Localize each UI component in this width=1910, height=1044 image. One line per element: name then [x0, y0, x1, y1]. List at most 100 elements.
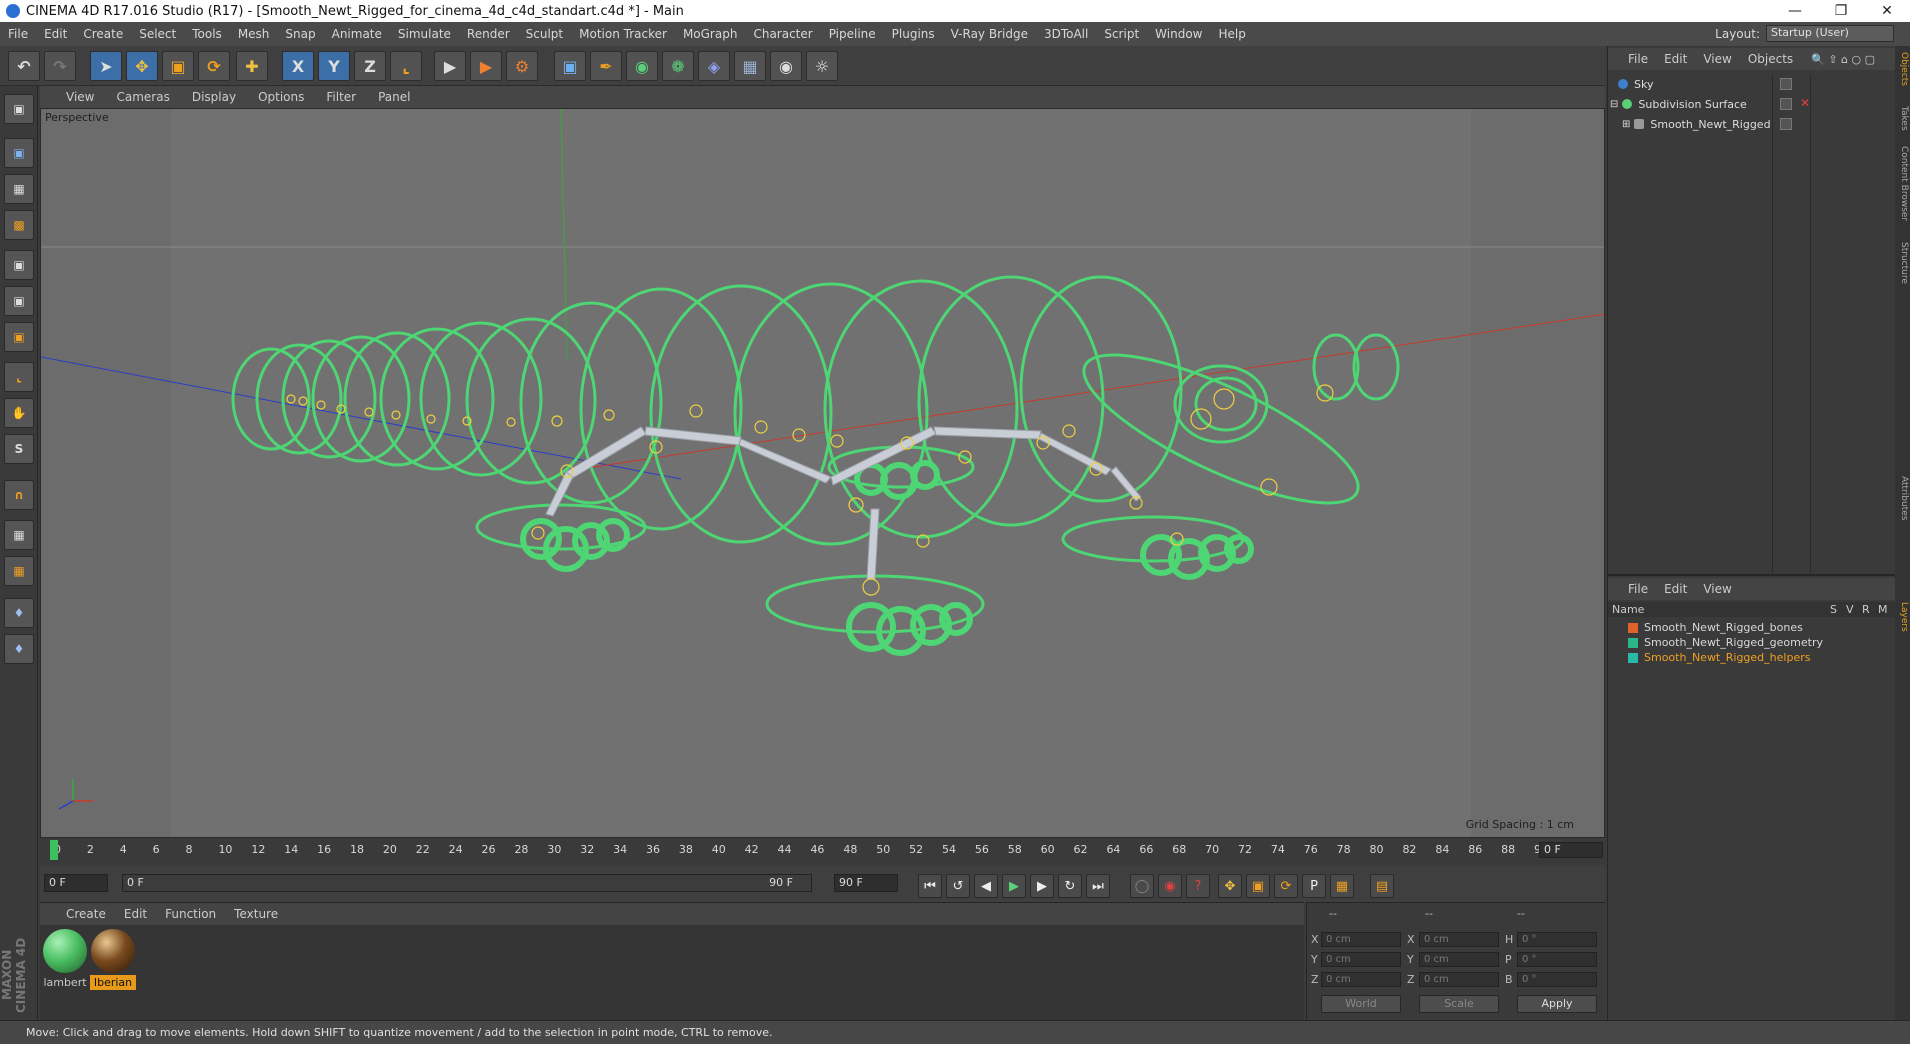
- layer-menu-file[interactable]: File: [1628, 582, 1648, 596]
- restore-icon[interactable]: ❐: [1818, 0, 1864, 22]
- menu-help[interactable]: Help: [1218, 27, 1245, 41]
- rotation-h-field[interactable]: 0 °: [1517, 932, 1597, 947]
- menu-simulate[interactable]: Simulate: [398, 27, 451, 41]
- apply-button[interactable]: Apply: [1517, 995, 1597, 1013]
- grid-snap-icon[interactable]: ▦: [4, 556, 34, 586]
- x-axis-icon[interactable]: X: [282, 51, 314, 81]
- viewport-menu-options[interactable]: Options: [258, 90, 304, 104]
- z-axis-icon[interactable]: Z: [354, 51, 386, 81]
- layer-tag-icon[interactable]: [1780, 118, 1792, 130]
- layer-menu-edit[interactable]: Edit: [1664, 582, 1687, 596]
- coord-transform-dropdown[interactable]: Scale: [1419, 995, 1499, 1013]
- material-iberian[interactable]: Iberian: [90, 929, 136, 990]
- tab-content-browser[interactable]: Content Browser: [1896, 146, 1909, 221]
- next-key-icon[interactable]: ↻: [1058, 874, 1082, 898]
- record-keys-icon[interactable]: ◯: [1130, 874, 1154, 898]
- menu-mesh[interactable]: Mesh: [238, 27, 270, 41]
- render-view-icon[interactable]: ▶: [434, 51, 466, 81]
- menu-script[interactable]: Script: [1104, 27, 1139, 41]
- menu-plugins[interactable]: Plugins: [892, 27, 935, 41]
- material-menu-function[interactable]: Function: [165, 907, 216, 921]
- subdivision-icon[interactable]: ◉: [626, 51, 658, 81]
- menu-tools[interactable]: Tools: [192, 27, 222, 41]
- object-row-subdivision-surface[interactable]: ⊟ Subdivision Surface: [1608, 94, 1895, 114]
- polygons-mode-icon[interactable]: ▣: [4, 322, 34, 352]
- viewport-menu-view[interactable]: View: [66, 90, 94, 104]
- material-menu-texture[interactable]: Texture: [234, 907, 278, 921]
- go-to-end-icon[interactable]: ⏭: [1086, 874, 1110, 898]
- layer-row-bones[interactable]: Smooth_Newt_Rigged_bones: [1608, 620, 1895, 635]
- python-icon[interactable]: ♦: [4, 598, 34, 628]
- object-menu-objects[interactable]: Objects: [1748, 52, 1793, 66]
- make-editable-icon[interactable]: ▣: [4, 94, 34, 124]
- play-icon[interactable]: ▶: [1002, 874, 1026, 898]
- menu-edit[interactable]: Edit: [44, 27, 67, 41]
- previous-frame-icon[interactable]: ◀: [974, 874, 998, 898]
- menu-select[interactable]: Select: [139, 27, 176, 41]
- menu-character[interactable]: Character: [753, 27, 812, 41]
- layer-tag-icon[interactable]: [1780, 98, 1792, 110]
- viewport-menu-cameras[interactable]: Cameras: [116, 90, 169, 104]
- render-picture-viewer-icon[interactable]: ▶: [470, 51, 502, 81]
- disabled-x-icon[interactable]: ✕: [1800, 96, 1810, 110]
- key-position-icon[interactable]: ✥: [1218, 874, 1242, 898]
- undo-icon[interactable]: ↶: [8, 51, 40, 81]
- previous-key-icon[interactable]: ↺: [946, 874, 970, 898]
- rotate-icon[interactable]: ⟳: [198, 51, 230, 81]
- material-menu-edit[interactable]: Edit: [124, 907, 147, 921]
- object-menu-view[interactable]: View: [1703, 52, 1731, 66]
- object-menu-edit[interactable]: Edit: [1664, 52, 1687, 66]
- timeline-ruler[interactable]: 0246810121416182022242628303234363840424…: [40, 838, 1605, 864]
- size-z-field[interactable]: 0 cm: [1419, 972, 1499, 987]
- start-frame-field[interactable]: 0 F: [44, 874, 108, 892]
- menu-pipeline[interactable]: Pipeline: [829, 27, 876, 41]
- python-2-icon[interactable]: ♦: [4, 634, 34, 664]
- viewport-menu-filter[interactable]: Filter: [326, 90, 356, 104]
- menu-vray-bridge[interactable]: V-Ray Bridge: [951, 27, 1028, 41]
- coordinate-system-icon[interactable]: ⌞: [390, 51, 422, 81]
- timeline-window-icon[interactable]: ▤: [1370, 874, 1394, 898]
- current-frame-field[interactable]: 0 F: [1539, 842, 1603, 858]
- axis-mode-icon[interactable]: ⌞: [4, 362, 34, 392]
- layer-row-helpers[interactable]: Smooth_Newt_Rigged_helpers: [1608, 650, 1895, 665]
- layer-row-geometry[interactable]: Smooth_Newt_Rigged_geometry: [1608, 635, 1895, 650]
- frame-range-slider[interactable]: 0 F 90 F: [122, 874, 812, 892]
- key-pla-icon[interactable]: ▦: [1330, 874, 1354, 898]
- layer-tag-icon[interactable]: [1780, 78, 1792, 90]
- size-y-field[interactable]: 0 cm: [1419, 952, 1499, 967]
- position-x-field[interactable]: 0 cm: [1321, 932, 1401, 947]
- tab-objects[interactable]: Objects: [1896, 52, 1909, 86]
- menu-motion-tracker[interactable]: Motion Tracker: [579, 27, 667, 41]
- menu-mograph[interactable]: MoGraph: [683, 27, 738, 41]
- move-plus-icon[interactable]: ✚: [236, 51, 268, 81]
- menu-window[interactable]: Window: [1155, 27, 1202, 41]
- object-row-sky[interactable]: Sky: [1608, 74, 1895, 94]
- menu-file[interactable]: File: [8, 27, 28, 41]
- floor-icon[interactable]: ▦: [734, 51, 766, 81]
- expand-icon[interactable]: ⊞: [1622, 119, 1630, 130]
- key-parameter-icon[interactable]: P: [1302, 874, 1326, 898]
- camera-icon[interactable]: ◉: [770, 51, 802, 81]
- position-y-field[interactable]: 0 cm: [1321, 952, 1401, 967]
- layer-menu-view[interactable]: View: [1703, 582, 1731, 596]
- next-frame-icon[interactable]: ▶: [1030, 874, 1054, 898]
- layout-dropdown[interactable]: Startup (User): [1766, 25, 1894, 42]
- menu-render[interactable]: Render: [467, 27, 510, 41]
- menu-animate[interactable]: Animate: [332, 27, 382, 41]
- move-icon[interactable]: ✥: [126, 51, 158, 81]
- autokeying-icon[interactable]: ◉: [1158, 874, 1182, 898]
- perspective-viewport[interactable]: Perspective Grid Spacing : 1 cm ✥ ↕ ⟳ ▢: [40, 108, 1605, 838]
- viewport-menu-display[interactable]: Display: [192, 90, 236, 104]
- menu-sculpt[interactable]: Sculpt: [526, 27, 563, 41]
- cloner-icon[interactable]: ❁: [662, 51, 694, 81]
- scale-icon[interactable]: ▣: [162, 51, 194, 81]
- workplane-icon[interactable]: ▩: [4, 210, 34, 240]
- position-z-field[interactable]: 0 cm: [1321, 972, 1401, 987]
- menu-3dtoall[interactable]: 3DToAll: [1044, 27, 1088, 41]
- tab-structure[interactable]: Structure: [1896, 242, 1909, 284]
- solo-icon[interactable]: S: [4, 434, 34, 464]
- tab-attributes[interactable]: Attributes: [1896, 476, 1909, 520]
- cube-icon[interactable]: ▣: [554, 51, 586, 81]
- edit-render-settings-icon[interactable]: ⚙: [506, 51, 538, 81]
- key-rotation-icon[interactable]: ⟳: [1274, 874, 1298, 898]
